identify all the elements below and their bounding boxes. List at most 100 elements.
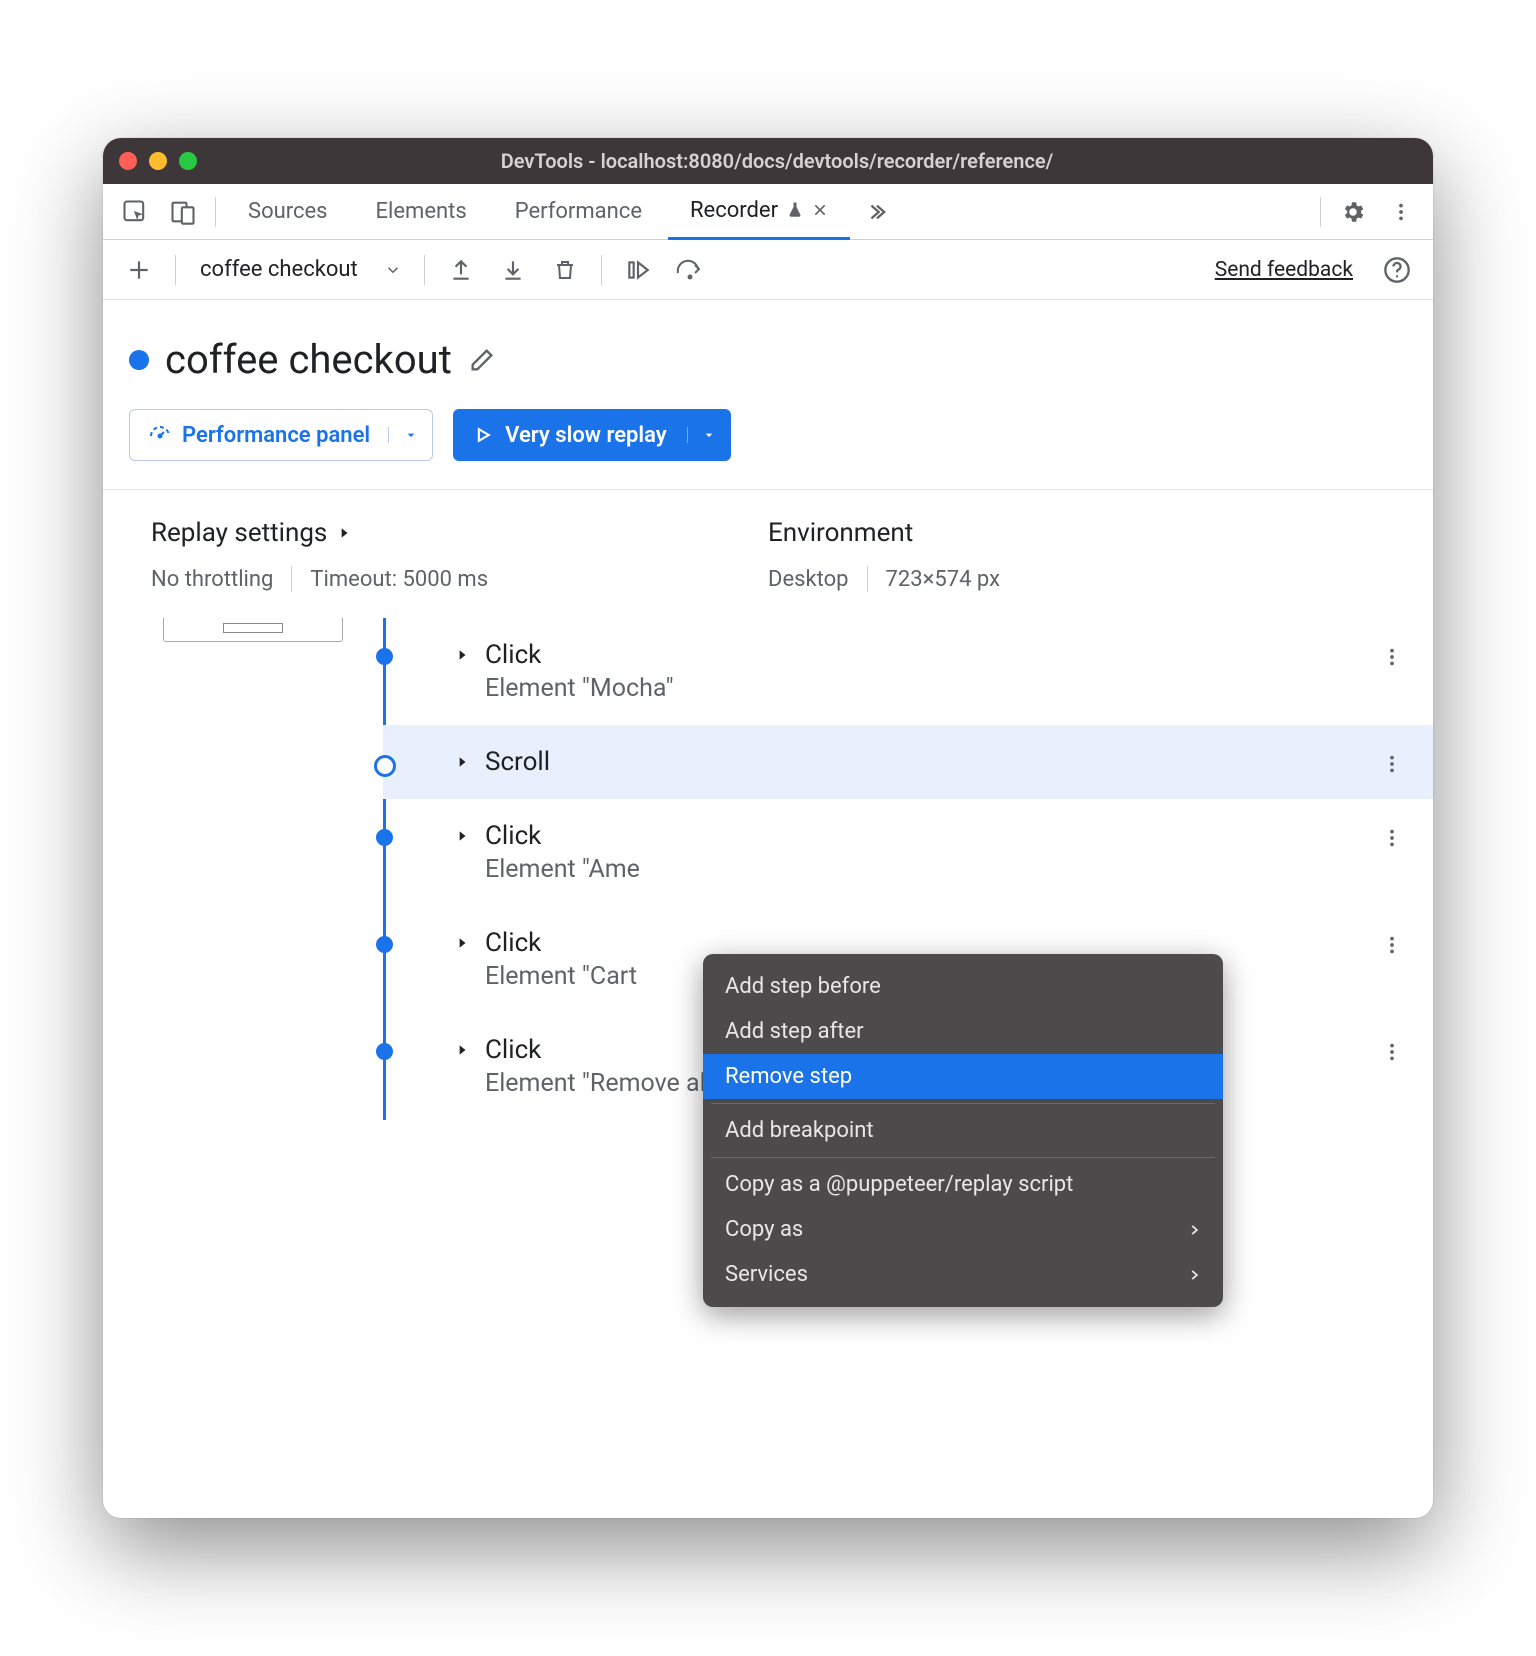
maximize-window-button[interactable] bbox=[179, 152, 197, 170]
settings-gear-icon[interactable] bbox=[1331, 190, 1375, 234]
tab-label: Sources bbox=[248, 199, 328, 224]
button-label: Performance panel bbox=[182, 423, 370, 448]
experiment-flask-icon bbox=[786, 201, 804, 219]
divider bbox=[1320, 197, 1321, 227]
more-tabs-icon[interactable] bbox=[854, 190, 898, 234]
ctx-label: Add step before bbox=[725, 974, 881, 999]
performance-dropdown-icon[interactable] bbox=[388, 427, 432, 443]
ctx-copy-puppeteer[interactable]: Copy as a @puppeteer/replay script bbox=[703, 1162, 1223, 1207]
import-icon[interactable] bbox=[491, 248, 535, 292]
expand-icon bbox=[337, 524, 351, 542]
ctx-separator bbox=[711, 1157, 1215, 1158]
step-subtitle: Element "Ame bbox=[485, 855, 640, 884]
divider bbox=[175, 255, 176, 285]
export-icon[interactable] bbox=[439, 248, 483, 292]
environment-dimensions: 723×574 px bbox=[886, 567, 1001, 592]
gauge-icon bbox=[148, 423, 172, 447]
ctx-add-step-after[interactable]: Add step after bbox=[703, 1009, 1223, 1054]
kebab-menu-icon[interactable] bbox=[1379, 190, 1423, 234]
inspect-element-icon[interactable] bbox=[113, 190, 157, 234]
step-row[interactable]: Click Element "Ame bbox=[383, 799, 1433, 906]
devtools-tabstrip: Sources Elements Performance Recorder bbox=[103, 184, 1433, 240]
replay-button[interactable]: Very slow replay bbox=[453, 409, 731, 461]
timeline-node bbox=[376, 648, 393, 665]
new-recording-icon[interactable] bbox=[117, 248, 161, 292]
replay-dropdown-icon[interactable] bbox=[687, 427, 731, 443]
traffic-lights bbox=[119, 152, 197, 170]
expand-step-icon[interactable] bbox=[455, 646, 469, 664]
recording-header: coffee checkout Performance panel bbox=[103, 300, 1433, 490]
titlebar: DevTools - localhost:8080/docs/devtools/… bbox=[103, 138, 1433, 184]
help-icon[interactable] bbox=[1375, 248, 1419, 292]
ctx-add-step-before[interactable]: Add step before bbox=[703, 964, 1223, 1009]
recording-dropdown-icon[interactable] bbox=[376, 248, 410, 292]
recording-status-dot bbox=[129, 350, 149, 370]
step-row-selected[interactable]: Scroll bbox=[383, 725, 1433, 799]
send-feedback-link[interactable]: Send feedback bbox=[1215, 258, 1353, 282]
edit-title-icon[interactable] bbox=[468, 346, 496, 374]
step-replay-icon[interactable] bbox=[616, 248, 660, 292]
close-window-button[interactable] bbox=[119, 152, 137, 170]
tab-label: Performance bbox=[515, 199, 642, 224]
recording-selector[interactable]: coffee checkout bbox=[190, 257, 368, 282]
tab-performance[interactable]: Performance bbox=[493, 184, 664, 240]
ctx-label: Add breakpoint bbox=[725, 1118, 874, 1143]
divider bbox=[291, 566, 292, 592]
environment-label: Environment bbox=[768, 518, 913, 548]
timeline-node bbox=[376, 936, 393, 953]
ctx-label: Copy as a @puppeteer/replay script bbox=[725, 1172, 1073, 1197]
step-menu-icon[interactable] bbox=[1381, 934, 1403, 956]
throttling-value: No throttling bbox=[151, 567, 273, 592]
divider bbox=[867, 566, 868, 592]
tab-recorder[interactable]: Recorder bbox=[668, 184, 850, 240]
ctx-copy-as[interactable]: Copy as bbox=[703, 1207, 1223, 1252]
step-title: Click bbox=[485, 640, 674, 670]
settings-row: Replay settings No throttling Timeout: 5… bbox=[103, 490, 1433, 618]
replay-settings[interactable]: Replay settings No throttling Timeout: 5… bbox=[151, 518, 768, 592]
ctx-label: Remove step bbox=[725, 1064, 852, 1089]
step-title: Scroll bbox=[485, 747, 550, 777]
timeline-node bbox=[376, 1043, 393, 1060]
chevron-right-icon bbox=[1187, 1268, 1201, 1282]
step-menu-icon[interactable] bbox=[1381, 1041, 1403, 1063]
divider bbox=[424, 255, 425, 285]
step-title: Click bbox=[485, 928, 637, 958]
environment-device: Desktop bbox=[768, 567, 849, 592]
expand-step-icon[interactable] bbox=[455, 753, 469, 771]
ctx-label: Add step after bbox=[725, 1019, 864, 1044]
chevron-right-icon bbox=[1187, 1223, 1201, 1237]
step-menu-icon[interactable] bbox=[1381, 827, 1403, 849]
timeout-value: Timeout: 5000 ms bbox=[310, 567, 488, 592]
close-tab-icon[interactable] bbox=[812, 202, 828, 218]
timeline-node bbox=[374, 755, 396, 777]
step-menu-icon[interactable] bbox=[1381, 646, 1403, 668]
expand-step-icon[interactable] bbox=[455, 934, 469, 952]
ctx-remove-step[interactable]: Remove step bbox=[703, 1054, 1223, 1099]
expand-step-icon[interactable] bbox=[455, 1041, 469, 1059]
context-menu: Add step before Add step after Remove st… bbox=[703, 954, 1223, 1307]
tab-label: Recorder bbox=[690, 198, 778, 223]
device-toolbar-icon[interactable] bbox=[161, 190, 205, 234]
step-over-icon[interactable] bbox=[668, 248, 712, 292]
tab-label: Elements bbox=[376, 199, 467, 224]
ctx-add-breakpoint[interactable]: Add breakpoint bbox=[703, 1108, 1223, 1153]
performance-panel-button[interactable]: Performance panel bbox=[129, 409, 433, 461]
divider bbox=[215, 197, 216, 227]
button-label: Very slow replay bbox=[505, 423, 667, 448]
expand-step-icon[interactable] bbox=[455, 827, 469, 845]
step-title: Click bbox=[485, 821, 640, 851]
step-subtitle: Element "Cart bbox=[485, 962, 637, 991]
tab-sources[interactable]: Sources bbox=[226, 184, 350, 240]
ctx-services[interactable]: Services bbox=[703, 1252, 1223, 1297]
timeline-node bbox=[376, 829, 393, 846]
window-title: DevTools - localhost:8080/docs/devtools/… bbox=[197, 149, 1357, 173]
replay-settings-label: Replay settings bbox=[151, 518, 327, 548]
ctx-separator bbox=[711, 1103, 1215, 1104]
delete-icon[interactable] bbox=[543, 248, 587, 292]
environment-settings: Environment Desktop 723×574 px bbox=[768, 518, 1385, 592]
step-row[interactable]: Click Element "Mocha" bbox=[383, 618, 1433, 725]
step-menu-icon[interactable] bbox=[1381, 753, 1403, 775]
tab-elements[interactable]: Elements bbox=[354, 184, 489, 240]
devtools-window: DevTools - localhost:8080/docs/devtools/… bbox=[103, 138, 1433, 1518]
minimize-window-button[interactable] bbox=[149, 152, 167, 170]
